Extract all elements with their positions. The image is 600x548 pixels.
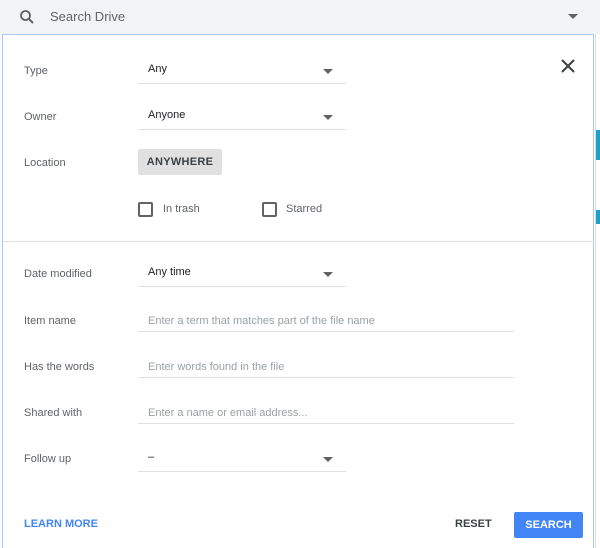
in-trash-label: In trash bbox=[163, 203, 200, 215]
close-icon[interactable] bbox=[558, 56, 578, 76]
has-words-input[interactable] bbox=[138, 356, 514, 378]
shared-with-label: Shared with bbox=[24, 407, 83, 419]
date-modified-value: Any time bbox=[148, 266, 191, 278]
search-input[interactable]: Search Drive bbox=[50, 9, 125, 24]
caret-down-icon bbox=[323, 272, 333, 277]
starred-checkbox[interactable] bbox=[262, 202, 277, 217]
follow-up-value: – bbox=[148, 451, 155, 463]
location-anywhere-button[interactable]: ANYWHERE bbox=[138, 149, 222, 175]
type-select[interactable]: Any bbox=[138, 61, 346, 84]
search-icon[interactable] bbox=[18, 8, 36, 26]
background-accent bbox=[596, 130, 600, 160]
in-trash-checkbox[interactable] bbox=[138, 202, 153, 217]
learn-more-link[interactable]: LEARN MORE bbox=[24, 518, 98, 530]
date-modified-select[interactable]: Any time bbox=[138, 264, 346, 287]
owner-label: Owner bbox=[24, 111, 57, 123]
section-divider bbox=[3, 241, 594, 242]
type-value: Any bbox=[148, 63, 167, 75]
caret-down-icon bbox=[323, 69, 333, 74]
follow-up-select[interactable]: – bbox=[138, 449, 346, 472]
owner-value: Anyone bbox=[148, 109, 186, 121]
starred-label: Starred bbox=[286, 203, 323, 215]
search-bar: Search Drive bbox=[0, 0, 600, 34]
caret-down-icon bbox=[323, 115, 333, 120]
search-options-caret-icon[interactable] bbox=[568, 14, 578, 19]
background-accent bbox=[596, 210, 600, 224]
background-edge bbox=[595, 34, 600, 548]
owner-select[interactable]: Anyone bbox=[138, 107, 346, 130]
item-name-label: Item name bbox=[24, 315, 76, 327]
search-button[interactable]: SEARCH bbox=[514, 512, 583, 538]
reset-button[interactable]: RESET bbox=[455, 518, 492, 530]
has-words-label: Has the words bbox=[24, 361, 95, 373]
caret-down-icon bbox=[323, 457, 333, 462]
date-modified-label: Date modified bbox=[24, 268, 92, 280]
follow-up-label: Follow up bbox=[24, 453, 72, 465]
location-label: Location bbox=[24, 157, 66, 169]
shared-with-input[interactable] bbox=[138, 402, 514, 424]
item-name-input[interactable] bbox=[138, 310, 514, 332]
type-label: Type bbox=[24, 65, 48, 77]
